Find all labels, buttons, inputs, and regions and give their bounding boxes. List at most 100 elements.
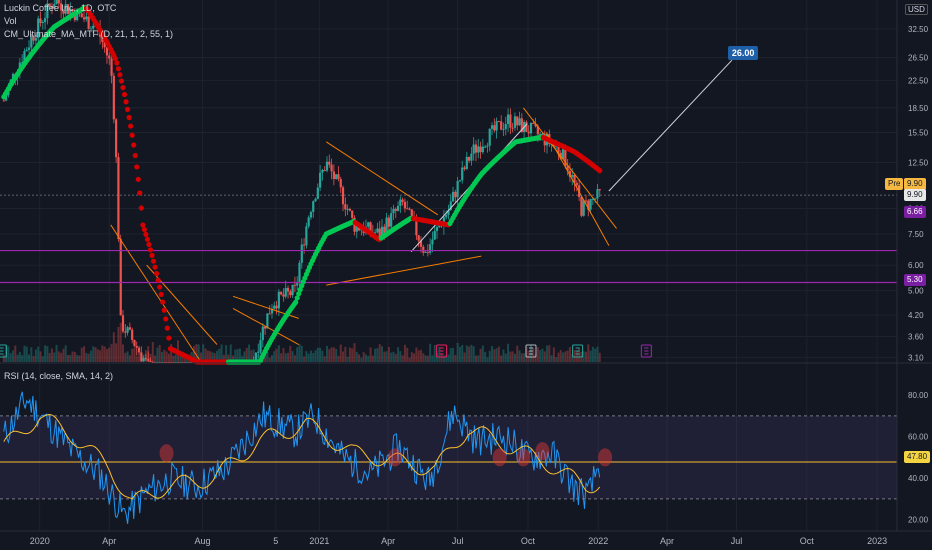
volume-bar — [474, 355, 477, 362]
candle-body — [325, 161, 329, 171]
volume-bar — [438, 347, 441, 362]
indicator-legend[interactable]: CM_Ultimate_MA_MTF (D, 21, 1, 2, 55, 1) — [4, 29, 173, 39]
volume-bar — [381, 346, 384, 362]
volume-bar — [291, 351, 294, 362]
volume-bar — [454, 355, 457, 362]
price-tick-label: 15.50 — [908, 128, 929, 137]
volume-bar — [403, 344, 406, 362]
volume-bar — [94, 347, 97, 362]
candle-body — [293, 284, 297, 286]
rsi-band-fill — [0, 415, 897, 499]
candle-body — [82, 17, 86, 20]
candle-body — [339, 179, 342, 188]
ma-dot — [115, 66, 122, 72]
volume-bar — [105, 348, 108, 362]
volume-bar — [518, 350, 521, 362]
volume-bar — [511, 351, 514, 362]
volume-bar — [2, 355, 5, 362]
price-target-label[interactable]: 26.00 — [727, 46, 759, 61]
candle-body — [500, 121, 503, 130]
volume-bar — [539, 349, 542, 362]
volume-bar — [122, 344, 125, 362]
candle-body — [142, 358, 145, 362]
candle-body — [126, 327, 129, 333]
volume-bar — [566, 350, 569, 362]
volume-bar — [449, 348, 452, 362]
price-tick-label: 18.50 — [908, 104, 929, 113]
volume-bar — [73, 351, 76, 362]
rsi-signal-marker — [492, 448, 507, 467]
volume-bar — [316, 347, 319, 362]
volume-bar — [493, 349, 496, 362]
price-tick-label: 6.00 — [908, 261, 924, 270]
candle-body — [527, 131, 530, 134]
volume-bar — [520, 353, 523, 362]
x-tick-label: Jul — [731, 536, 743, 546]
candle-body — [275, 305, 278, 309]
volume-bar — [202, 344, 205, 362]
volume-bar — [282, 348, 285, 362]
candle-body — [302, 244, 306, 246]
candle-body — [289, 291, 292, 296]
candle-body — [445, 214, 448, 218]
x-tick-label: 2023 — [867, 536, 887, 546]
volume-bar — [541, 348, 544, 362]
volume-bar — [342, 351, 345, 362]
volume-bar — [573, 350, 576, 362]
candle-body — [144, 358, 148, 360]
price-tick-label: 3.10 — [908, 353, 924, 362]
ma-dot — [126, 114, 132, 121]
volume-bar — [417, 350, 420, 362]
candle-body — [431, 239, 434, 245]
volume-bar — [99, 350, 102, 362]
volume-bar — [348, 347, 351, 362]
volume-bar — [555, 357, 558, 362]
candle-body — [300, 244, 303, 263]
price-tick-label: 32.50 — [908, 25, 929, 34]
volume-bar — [30, 347, 33, 362]
volume-bar — [131, 348, 134, 362]
chart-canvas[interactable]: 2020 Apr Aug 5 2021 Apr Jul Oct 2022 Apr Jul Oct 202… — [0, 0, 932, 550]
volume-bar — [160, 352, 163, 362]
ma-dot — [161, 307, 167, 313]
candle-body — [286, 287, 290, 292]
candle-body — [346, 208, 349, 210]
volume-bar — [502, 349, 505, 362]
candle-body — [131, 329, 134, 340]
candle-body — [529, 123, 533, 134]
volume-bar — [408, 357, 411, 362]
candle-body — [330, 164, 333, 172]
volume-bar — [268, 357, 271, 362]
volume-bar — [275, 348, 278, 362]
candle-body — [488, 128, 491, 146]
ma-dot — [137, 190, 143, 196]
candle-body — [344, 204, 347, 210]
ma-dot — [150, 258, 157, 264]
candle-body — [596, 189, 599, 199]
volume-bar — [138, 356, 141, 362]
price-tick-label: 22.50 — [908, 76, 929, 85]
volume-legend[interactable]: Vol — [4, 16, 17, 26]
candle-body — [332, 171, 335, 180]
x-tick-label: Jul — [452, 536, 464, 546]
volume-bar — [479, 348, 482, 362]
volume-bar — [419, 349, 422, 362]
symbol-legend[interactable]: Luckin Coffee Inc., 1D, OTC — [4, 3, 116, 13]
last-price-badge: 9.90 — [904, 189, 926, 201]
volume-bar — [442, 355, 445, 362]
candle-body — [259, 340, 262, 352]
volume-bar — [80, 347, 83, 362]
candle-body — [497, 121, 500, 123]
volume-bar — [463, 352, 466, 362]
volume-bar — [339, 344, 342, 362]
ma-dot — [160, 299, 166, 305]
volume-bar — [346, 356, 349, 362]
volume-bar — [415, 347, 418, 362]
candle-body — [403, 201, 407, 209]
volume-bar — [513, 353, 516, 362]
ma-dot — [131, 142, 137, 148]
candle-body — [25, 49, 28, 52]
volume-bar — [362, 352, 365, 362]
volume-bar — [491, 346, 494, 362]
rsi-legend[interactable]: RSI (14, close, SMA, 14, 2) — [4, 371, 113, 381]
